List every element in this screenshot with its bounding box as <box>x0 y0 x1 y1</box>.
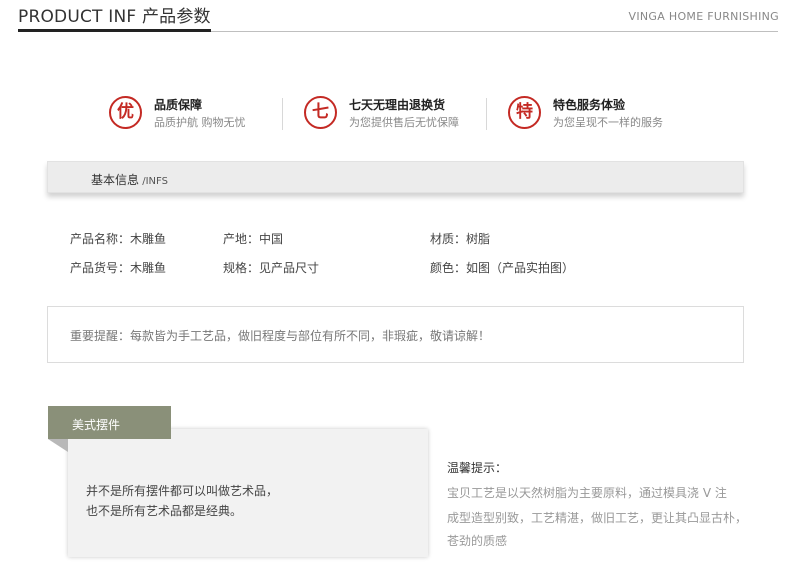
style-tag: 美式摆件 <box>48 406 171 439</box>
style-card-line: 并不是所有摆件都可以叫做艺术品， <box>86 484 279 498</box>
important-notice-box: 重要提醒：每款皆为手工艺品，做旧程度与部位有所不同，非瑕疵，敬请谅解！ <box>47 306 744 363</box>
quality-badge-icon: 优 <box>109 96 142 129</box>
spec-material: 材质：树脂 <box>430 232 491 246</box>
service-title: 品质保障 <box>154 98 203 112</box>
header-divider <box>211 31 778 32</box>
service-title: 七天无理由退换货 <box>349 98 446 112</box>
spec-origin: 产地：中国 <box>223 232 284 246</box>
brand-name: VINGA HOME FURNISHING <box>628 10 779 23</box>
spec-product-name: 产品名称：木雕鱼 <box>70 232 167 246</box>
service-divider <box>282 98 283 130</box>
style-card-text: 并不是所有摆件都可以叫做艺术品， 也不是所有艺术品都是经典。 <box>86 481 278 521</box>
tag-fold-corner <box>48 439 68 452</box>
tips-line: 苍劲的质感 <box>447 534 508 548</box>
seven-day-badge-icon: 七 <box>304 96 337 129</box>
important-notice-text: 重要提醒：每款皆为手工艺品，做旧程度与部位有所不同，非瑕疵，敬请谅解！ <box>70 329 491 343</box>
section-title: PRODUCT INF 产品参数 <box>18 7 211 27</box>
special-badge-icon: 特 <box>508 96 541 129</box>
service-subtitle: 为您呈现不一样的服务 <box>553 116 663 129</box>
title-underline <box>18 29 211 32</box>
basic-info-label: 基本信息 /INFS <box>91 171 168 188</box>
service-title: 特色服务体验 <box>553 98 626 112</box>
spec-color: 颜色：如图（产品实拍图） <box>430 261 575 275</box>
service-divider <box>486 98 487 130</box>
basic-info-label-en: /INFS <box>139 176 168 187</box>
tips-title: 温馨提示： <box>447 461 508 475</box>
spec-product-sku: 产品货号：木雕鱼 <box>70 261 167 275</box>
basic-info-label-cn: 基本信息 <box>91 173 140 187</box>
basic-info-bar: 基本信息 /INFS <box>47 161 744 193</box>
tips-line: 成型造型别致，工艺精湛，做旧工艺，更让其凸显古朴， <box>447 511 748 525</box>
spec-size: 规格：见产品尺寸 <box>223 261 320 275</box>
style-tag-label: 美式摆件 <box>72 418 121 432</box>
style-card-line: 也不是所有艺术品都是经典。 <box>86 504 243 518</box>
style-card: 并不是所有摆件都可以叫做艺术品， 也不是所有艺术品都是经典。 <box>68 429 428 557</box>
service-subtitle: 品质护航 购物无忧 <box>154 116 246 129</box>
service-subtitle: 为您提供售后无忧保障 <box>349 116 459 129</box>
tips-line: 宝贝工艺是以天然树脂为主要原料，通过模具浇 V 注 <box>447 486 727 500</box>
